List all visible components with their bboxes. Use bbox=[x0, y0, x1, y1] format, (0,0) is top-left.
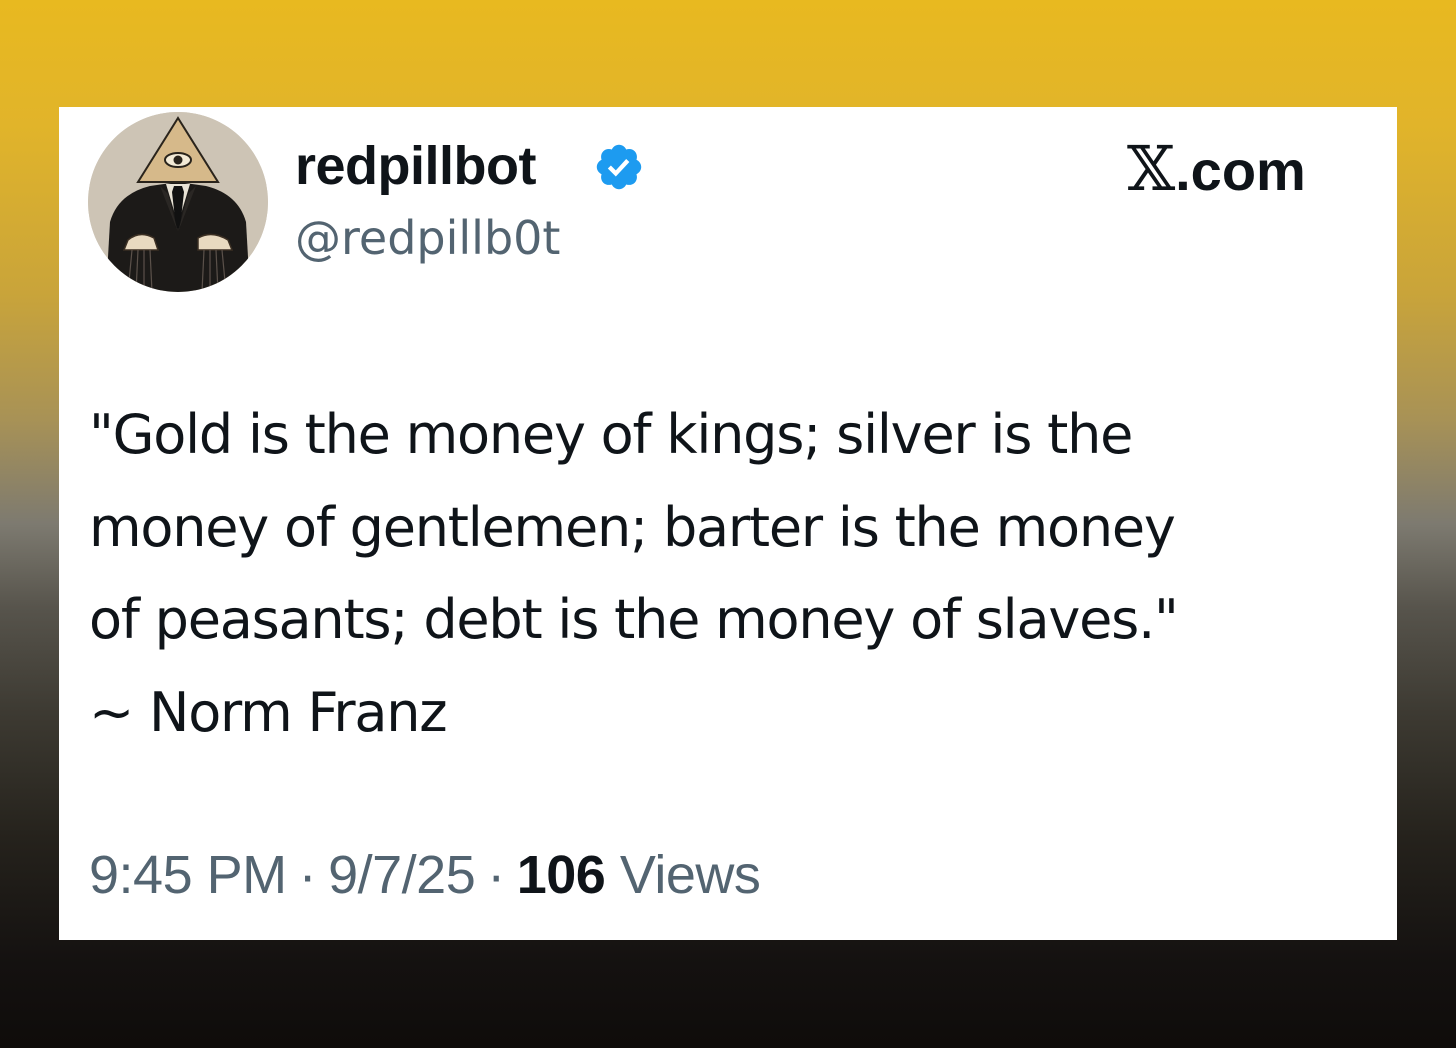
user-handle[interactable]: @redpillb0t bbox=[295, 210, 560, 266]
tweet-date[interactable]: 9/7/25 bbox=[328, 845, 476, 905]
meta-separator: · bbox=[298, 845, 317, 905]
tweet-meta: 9:45 PM · 9/7/25 · 106 Views bbox=[89, 844, 761, 906]
views-count[interactable]: 106 bbox=[517, 845, 606, 905]
avatar[interactable] bbox=[88, 112, 268, 292]
views-label[interactable]: Views bbox=[620, 845, 761, 905]
x-com-brand: 𝕏.com bbox=[1127, 137, 1306, 203]
tweet-text-line: ~ Norm Franz bbox=[89, 680, 448, 744]
brand-suffix: .com bbox=[1175, 139, 1306, 202]
tweet-text-line: of peasants; debt is the money of slaves… bbox=[89, 588, 1179, 651]
tweet-card: redpillbot @redpillb0t 𝕏.com "Gold is th… bbox=[59, 107, 1397, 940]
tweet-text-line: money of gentlemen; barter is the money bbox=[89, 495, 1176, 559]
x-logo-icon: 𝕏 bbox=[1127, 132, 1176, 205]
tweet-time[interactable]: 9:45 PM bbox=[89, 845, 287, 905]
display-name[interactable]: redpillbot bbox=[295, 135, 536, 197]
tweet-text: "Gold is the money of kings; silver is t… bbox=[89, 389, 1389, 759]
tweet-text-line: "Gold is the money of kings; silver is t… bbox=[89, 403, 1133, 466]
verified-badge-icon bbox=[596, 144, 642, 190]
avatar-image bbox=[88, 112, 268, 292]
meta-separator: · bbox=[487, 845, 505, 905]
